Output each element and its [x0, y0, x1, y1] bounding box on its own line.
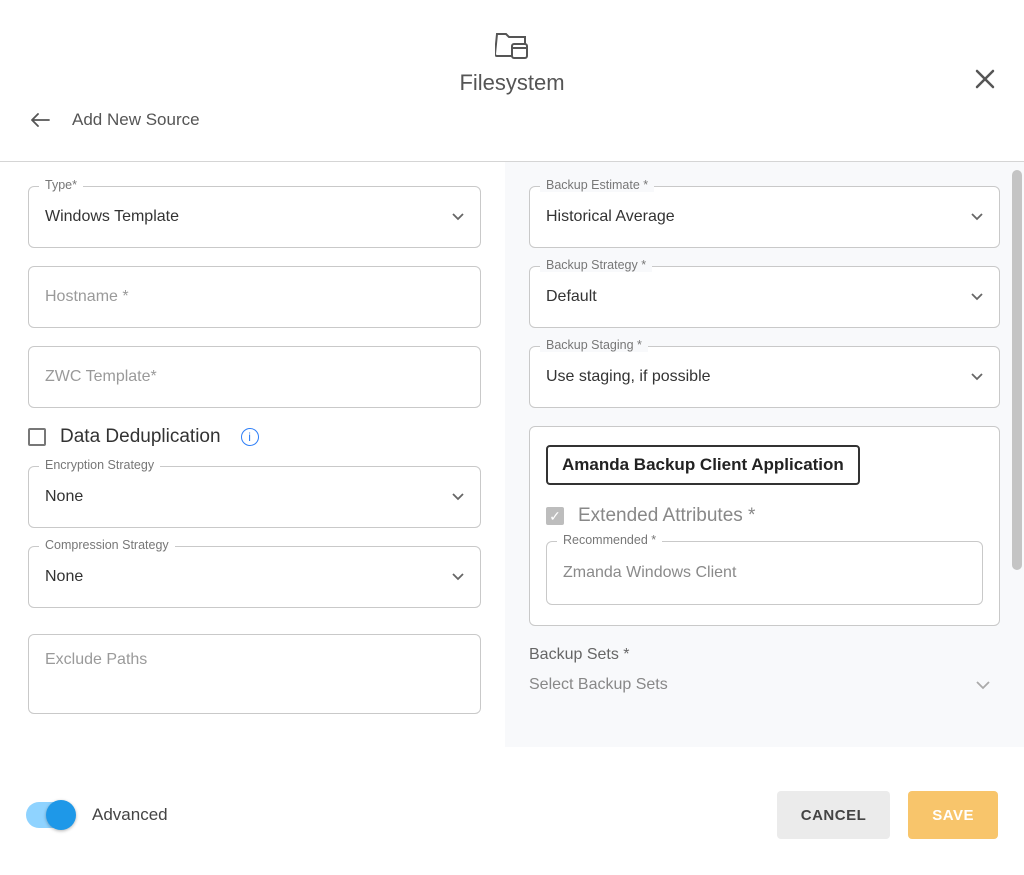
- toggle-knob: [46, 800, 76, 830]
- backup-sets-placeholder: Select Backup Sets: [529, 676, 668, 694]
- back-arrow-icon[interactable]: [30, 110, 50, 130]
- filesystem-icon: [20, 30, 1004, 60]
- backup-strategy-label: Backup Strategy *: [540, 258, 652, 272]
- scrollbar[interactable]: [1012, 170, 1022, 745]
- advanced-toggle[interactable]: [26, 802, 74, 828]
- right-column: Backup Estimate * Historical Average Bac…: [505, 162, 1024, 747]
- compression-value: None: [45, 568, 444, 586]
- recommended-label: Recommended *: [557, 533, 662, 547]
- backup-staging-select[interactable]: Backup Staging * Use staging, if possibl…: [529, 346, 1000, 408]
- type-value: Windows Template: [45, 208, 444, 226]
- save-button[interactable]: SAVE: [908, 791, 998, 839]
- advanced-label: Advanced: [92, 805, 168, 825]
- chevron-down-icon: [971, 293, 983, 301]
- breadcrumb: Add New Source: [20, 110, 1004, 130]
- type-select[interactable]: Type* Windows Template: [28, 186, 481, 248]
- zwc-template-input[interactable]: ZWC Template*: [28, 346, 481, 408]
- close-button[interactable]: [970, 64, 1000, 94]
- chevron-down-icon: [971, 213, 983, 221]
- backup-sets-label: Backup Sets *: [529, 646, 1000, 664]
- backup-estimate-label: Backup Estimate *: [540, 178, 654, 192]
- extended-attributes-label: Extended Attributes *: [578, 505, 755, 527]
- footer-actions: CANCEL SAVE: [777, 791, 998, 839]
- exclude-paths-input[interactable]: Exclude Paths: [28, 634, 481, 714]
- recommended-value: Zmanda Windows Client: [563, 564, 966, 582]
- type-label: Type*: [39, 178, 83, 192]
- client-app-panel: Amanda Backup Client Application Extende…: [529, 426, 1000, 626]
- advanced-toggle-group: Advanced: [26, 802, 168, 828]
- data-dedup-checkbox[interactable]: [28, 428, 46, 446]
- chevron-down-icon: [452, 213, 464, 221]
- chevron-down-icon: [452, 493, 464, 501]
- backup-strategy-select[interactable]: Backup Strategy * Default: [529, 266, 1000, 328]
- compression-label: Compression Strategy: [39, 538, 175, 552]
- dialog-header: Filesystem Add New Source: [0, 0, 1024, 149]
- recommended-field[interactable]: Recommended * Zmanda Windows Client: [546, 541, 983, 605]
- zwc-template-placeholder: ZWC Template*: [45, 368, 464, 386]
- backup-estimate-select[interactable]: Backup Estimate * Historical Average: [529, 186, 1000, 248]
- extended-attributes-checkbox[interactable]: [546, 507, 564, 525]
- backup-staging-label: Backup Staging *: [540, 338, 648, 352]
- data-dedup-row: Data Deduplication i: [28, 426, 481, 448]
- exclude-paths-placeholder: Exclude Paths: [45, 651, 464, 669]
- backup-sets-select[interactable]: Select Backup Sets: [529, 670, 1000, 700]
- backup-staging-value: Use staging, if possible: [546, 368, 963, 386]
- cancel-button[interactable]: CANCEL: [777, 791, 891, 839]
- chevron-down-icon: [452, 573, 464, 581]
- dialog-title: Filesystem: [20, 70, 1004, 96]
- chevron-down-icon: [971, 373, 983, 381]
- info-icon[interactable]: i: [241, 428, 259, 446]
- form-body: Type* Windows Template Hostname * ZWC Te…: [0, 162, 1024, 747]
- backup-strategy-value: Default: [546, 288, 963, 306]
- breadcrumb-text: Add New Source: [72, 110, 200, 130]
- encryption-value: None: [45, 488, 444, 506]
- data-dedup-label: Data Deduplication: [60, 426, 221, 448]
- left-column: Type* Windows Template Hostname * ZWC Te…: [0, 162, 505, 747]
- backup-estimate-value: Historical Average: [546, 208, 963, 226]
- scrollbar-thumb[interactable]: [1012, 170, 1022, 570]
- hostname-input[interactable]: Hostname *: [28, 266, 481, 328]
- chevron-down-icon: [976, 681, 990, 690]
- dialog-footer: Advanced CANCEL SAVE: [0, 755, 1024, 875]
- encryption-label: Encryption Strategy: [39, 458, 160, 472]
- extended-attributes-row: Extended Attributes *: [546, 505, 983, 527]
- encryption-select[interactable]: Encryption Strategy None: [28, 466, 481, 528]
- compression-select[interactable]: Compression Strategy None: [28, 546, 481, 608]
- hostname-placeholder: Hostname *: [45, 288, 464, 306]
- client-app-chip[interactable]: Amanda Backup Client Application: [546, 445, 860, 485]
